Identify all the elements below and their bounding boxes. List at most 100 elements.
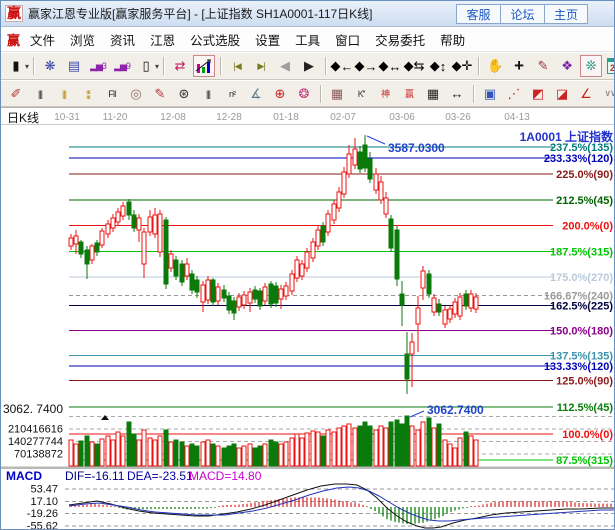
volume-bar	[180, 442, 184, 466]
candle-body	[216, 287, 220, 301]
kline-mark-icon[interactable]: K''	[350, 83, 372, 105]
minute3-chart-icon[interactable]: ▂▅3	[87, 55, 109, 77]
expand-vertical-icon[interactable]: ◆↕	[427, 55, 449, 77]
volume-bar	[337, 428, 341, 466]
macd-chart[interactable]: 53.4717.10-19.26-55.62MACDDIF=-16.11DEA=…	[1, 469, 615, 530]
dense-grid-icon[interactable]: ▦	[422, 83, 444, 105]
volume-bar	[274, 442, 278, 466]
compass-rose-icon[interactable]: ❂	[293, 83, 315, 105]
volume-bar	[405, 416, 409, 466]
gann-wheel-icon[interactable]: ⊛	[173, 83, 195, 105]
f10-info-icon[interactable]: ▤	[63, 55, 85, 77]
first-page-icon[interactable]: |◀	[226, 55, 248, 77]
titlebar-button-group: 客服论坛主页	[456, 4, 588, 24]
wave-pattern-icon[interactable]: ❊	[580, 55, 602, 77]
pan-hand-icon[interactable]: ✋	[484, 55, 506, 77]
gann-fan-icon[interactable]: ⋰	[503, 83, 525, 105]
spiral-icon[interactable]: ◎	[125, 83, 147, 105]
volume-bar	[216, 446, 220, 466]
gann-square-icon[interactable]: ❖	[556, 55, 578, 77]
ying-gann-icon[interactable]: 赢	[398, 83, 420, 105]
support-button[interactable]: 客服	[456, 4, 500, 24]
volume-bar	[421, 422, 425, 466]
brush-tool-icon[interactable]: ✎	[149, 83, 171, 105]
compress-horizontal-icon[interactable]: ◆⇆	[403, 55, 425, 77]
menu-window[interactable]: 窗口	[335, 30, 360, 49]
grid-box-icon[interactable]: ▦	[326, 83, 348, 105]
gann-level-label: 162.5%(225)	[550, 301, 613, 313]
golden-ratio-icon[interactable]: |||	[53, 83, 75, 105]
zoom-right-icon[interactable]: ◆→	[355, 55, 377, 77]
crosshair-icon[interactable]: +	[508, 55, 530, 77]
gann-lines-icon[interactable]: |||	[29, 83, 51, 105]
date-tick-label: 12-08	[160, 112, 186, 123]
calendar-icon[interactable]: 21	[604, 55, 615, 77]
shen-gann-icon[interactable]: 神	[374, 83, 396, 105]
price-chart-pane[interactable]: 日K线10-3111-2012-0812-2801-1802-0703-0603…	[1, 107, 615, 467]
indicator-window-icon[interactable]: ❋	[39, 55, 61, 77]
n-square-icon[interactable]: n²	[221, 83, 243, 105]
draw-line-icon[interactable]: ✎	[532, 55, 554, 77]
candle-body	[389, 219, 393, 248]
volume-bar	[79, 441, 83, 466]
volume-bar	[464, 432, 468, 466]
gann-level-label: 87.5%(315)	[556, 455, 613, 467]
candle-body	[132, 215, 136, 228]
volume-bar	[363, 422, 367, 466]
price-chart[interactable]: 日K线10-3111-2012-0812-2801-1802-0703-0603…	[1, 108, 615, 468]
date-tick-label: 02-07	[330, 112, 356, 123]
zigzag-icon[interactable]: ∨∨	[599, 83, 615, 105]
candle-body	[148, 217, 152, 232]
minute9-chart-icon[interactable]: ▂▅9	[111, 55, 133, 77]
forum-button[interactable]: 论坛	[500, 4, 544, 24]
menu-trade[interactable]: 交易委托	[375, 30, 425, 49]
candle-body	[300, 264, 304, 276]
menu-formula-picker[interactable]: 公式选股	[190, 30, 240, 49]
macd-pane[interactable]: 53.4717.10-19.26-55.62MACDDIF=-16.11DEA=…	[1, 467, 615, 530]
candle-body	[342, 172, 346, 194]
eraser-tool-icon[interactable]: ✐	[5, 83, 27, 105]
menu-file[interactable]: 文件	[30, 30, 55, 49]
dynamic-quote-icon[interactable]: ⇄	[169, 55, 191, 77]
candle-period-icon[interactable]: ▯	[135, 55, 157, 77]
gann-level-label: 200.0%(0)	[562, 221, 613, 233]
volume-bar	[321, 436, 325, 466]
bar-width-icon[interactable]: ↔	[446, 83, 468, 105]
menu-news[interactable]: 资讯	[110, 30, 135, 49]
volume-bar	[395, 420, 399, 466]
zoom-left-icon[interactable]: ◆←	[331, 55, 353, 77]
color-kline-icon[interactable]	[193, 55, 215, 77]
candle-body	[395, 230, 399, 279]
angle-tool-icon[interactable]: ∡	[245, 83, 267, 105]
last-page-icon[interactable]: ▶|	[250, 55, 272, 77]
menu-gann[interactable]: 江恩	[150, 30, 175, 49]
percent-lines-icon[interactable]: |||	[197, 83, 219, 105]
gann-target-icon[interactable]: ⊕	[269, 83, 291, 105]
candle-body	[284, 286, 288, 296]
fibonacci-icon[interactable]: F‖	[101, 83, 123, 105]
menu-help[interactable]: 帮助	[440, 30, 465, 49]
next-page-icon[interactable]: ▶	[298, 55, 320, 77]
quote-table-icon[interactable]: ▣	[479, 83, 501, 105]
menu-browse[interactable]: 浏览	[70, 30, 95, 49]
kline-style-icon[interactable]: ▮	[5, 55, 27, 77]
prev-page-icon[interactable]: ◀	[274, 55, 296, 77]
volume-bar	[106, 436, 110, 466]
menu-settings[interactable]: 设置	[255, 30, 280, 49]
angle-fan-icon[interactable]: ∠	[575, 83, 597, 105]
candle-body	[453, 302, 457, 314]
expand-horizontal-icon[interactable]: ◆↔	[379, 55, 401, 77]
dea-line	[69, 487, 614, 521]
menu-logo-icon: 赢	[7, 30, 20, 49]
menu-tools[interactable]: 工具	[295, 30, 320, 49]
gann-level-label: 100.0%(0)	[562, 429, 613, 441]
macd-header: MACDDIF=-16.11DEA=-23.51MACD=14.80	[6, 469, 262, 483]
expand-all-icon[interactable]: ◆✛	[451, 55, 473, 77]
fan-box-icon[interactable]: ◩	[527, 83, 549, 105]
volume-bar	[453, 448, 457, 466]
home-button[interactable]: 主页	[544, 4, 588, 24]
date-tick-label: 01-18	[273, 112, 299, 123]
golden-section-icon[interactable]: ¦¦¦	[77, 83, 99, 105]
fan-box-alt-icon[interactable]: ◪	[551, 83, 573, 105]
toolbar-separator	[325, 57, 326, 75]
